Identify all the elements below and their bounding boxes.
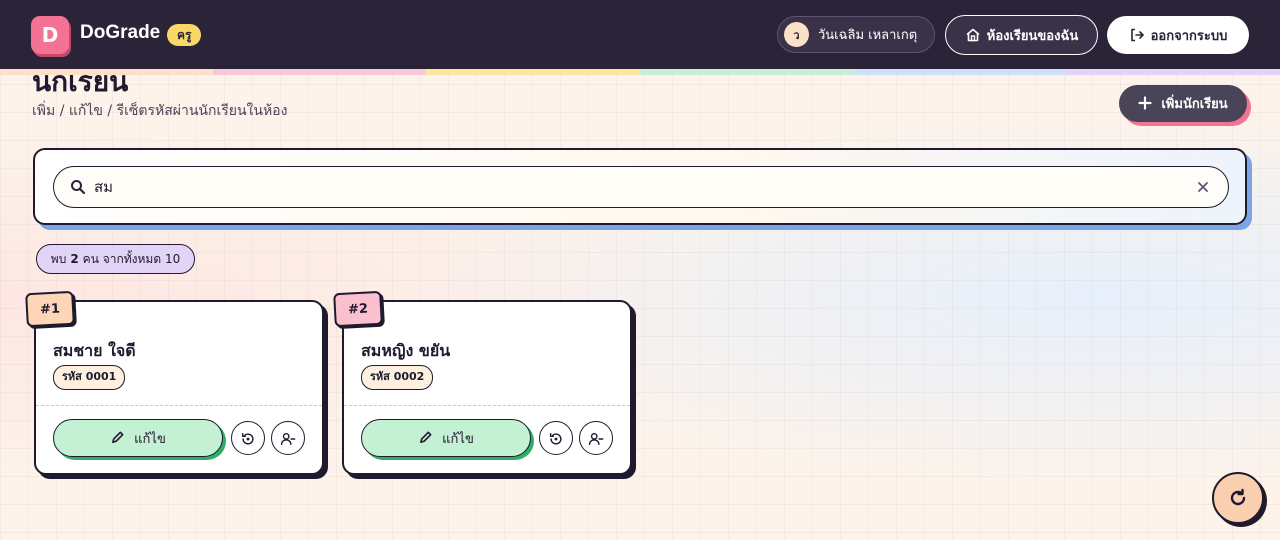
user-name: วันเฉลิม เหลาเกตุ: [818, 28, 918, 43]
student-code-badge: รหัส 0002: [361, 365, 434, 390]
student-card: #1 สมชาย ใจดี รหัส 0001 แก้ไข: [25, 290, 324, 475]
edit-student-button[interactable]: แก้ไข: [361, 419, 531, 457]
reset-password-icon: [240, 430, 256, 446]
student-number-tag: #1: [25, 290, 75, 328]
edit-student-button[interactable]: แก้ไข: [53, 419, 223, 457]
remove-student-button[interactable]: [579, 421, 613, 455]
app-logo[interactable]: D: [31, 16, 69, 54]
search-box[interactable]: [53, 166, 1229, 208]
result-suffix: คน จากทั้งหมด 10: [82, 251, 181, 266]
edit-label: แก้ไข: [442, 431, 474, 447]
edit-label: แก้ไข: [134, 431, 166, 447]
student-card: #2 สมหญิง ขยัน รหัส 0002 แก้ไข: [333, 290, 632, 475]
remove-user-icon: [280, 430, 296, 446]
my-classroom-label: ห้องเรียนของฉัน: [986, 28, 1079, 44]
logout-button[interactable]: ออกจากระบบ: [1107, 16, 1249, 54]
student-name: สมหญิง ขยัน: [361, 341, 451, 360]
reset-password-icon: [548, 430, 564, 446]
card-divider: [36, 405, 322, 406]
result-found-count: 2: [70, 252, 79, 266]
result-count-badge: พบ 2 คน จากทั้งหมด 10: [36, 244, 195, 274]
result-prefix: พบ: [50, 251, 67, 266]
student-name: สมชาย ใจดี: [53, 341, 136, 360]
home-icon: [965, 27, 981, 43]
reset-password-button[interactable]: [231, 421, 265, 455]
refresh-icon: [1227, 487, 1249, 509]
rainbow-divider: [0, 69, 1280, 75]
logout-label: ออกจากระบบ: [1150, 28, 1228, 44]
add-student-button[interactable]: เพิ่มนักเรียน: [1119, 85, 1247, 122]
card-divider: [344, 405, 630, 406]
my-classroom-button[interactable]: ห้องเรียนของฉัน: [945, 15, 1098, 55]
role-badge: ครู: [167, 24, 202, 46]
plus-icon: [1138, 95, 1154, 112]
search-icon: [70, 179, 86, 199]
remove-student-button[interactable]: [271, 421, 305, 455]
student-number-tag: #2: [333, 290, 383, 328]
reset-password-button[interactable]: [539, 421, 573, 455]
search-input[interactable]: [94, 167, 1174, 206]
add-student-label: เพิ่มนักเรียน: [1161, 97, 1228, 112]
search-panel: [33, 148, 1247, 225]
logout-icon: [1129, 27, 1145, 43]
refresh-button[interactable]: [1212, 472, 1264, 524]
pencil-icon: [418, 430, 434, 446]
pencil-icon: [110, 430, 126, 446]
user-chip[interactable]: ว วันเฉลิม เหลาเกตุ: [777, 16, 935, 53]
close-icon[interactable]: [1196, 179, 1210, 198]
remove-user-icon: [588, 430, 604, 446]
student-code-badge: รหัส 0001: [53, 365, 126, 390]
top-navigation-bar: D DoGrade ครู ว วันเฉลิม เหลาเกตุ ห้องเร…: [0, 0, 1280, 69]
brand-name: DoGrade: [80, 22, 161, 43]
user-avatar: ว: [784, 22, 809, 47]
